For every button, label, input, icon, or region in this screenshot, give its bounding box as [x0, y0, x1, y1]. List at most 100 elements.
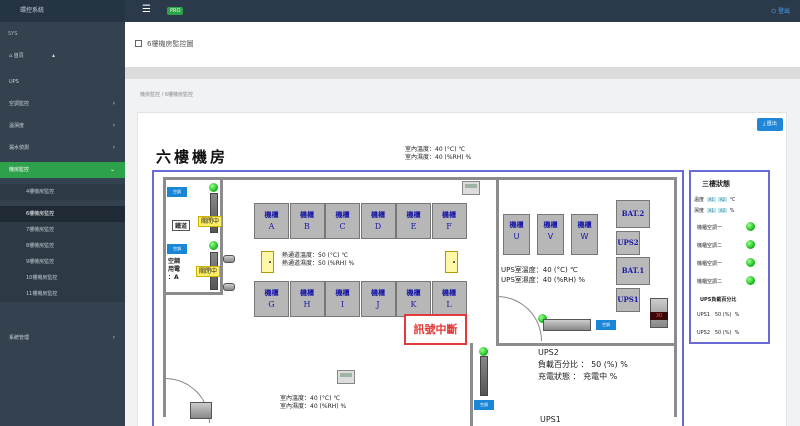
rack-b[interactable]: 機櫃 B	[289, 203, 325, 239]
sensor-device	[223, 255, 235, 263]
rack-letter: W	[580, 232, 589, 241]
status-light-icon	[209, 183, 218, 192]
thermometer-device	[337, 370, 355, 384]
status-temp-row: 溫度 A1 A2 ℃	[694, 196, 735, 203]
sensor-device	[223, 283, 235, 291]
rack-k[interactable]: 機櫃 K	[396, 281, 431, 317]
chevron-right-icon: ›	[112, 334, 115, 341]
sidebar-item-label: 系統管理	[9, 335, 30, 341]
ac-control-button[interactable]: 空調	[596, 320, 616, 330]
status-ups1-val: 50 (%)	[714, 312, 732, 318]
ups2-unit[interactable]: UPS2	[616, 231, 640, 255]
ups-room-bottom-wall	[496, 343, 677, 346]
ac-control-button[interactable]: 空調	[167, 187, 187, 197]
sidebar-item-ups[interactable]: UPS	[0, 74, 125, 90]
sidebar-item-system[interactable]: 系統管理 ›	[0, 330, 125, 346]
sidebar-subitem[interactable]: 9樓機房監控	[0, 254, 125, 270]
ups1-unit[interactable]: UPS1	[616, 288, 640, 312]
menu-toggle-icon[interactable]: ☰	[142, 5, 152, 15]
sidebar-subitem[interactable]: 10樓機房監控	[0, 270, 125, 286]
status-light-icon	[209, 241, 218, 250]
status-panel-title: 三樓狀態	[702, 180, 730, 188]
ac-unit	[210, 193, 218, 233]
status-ac-row: 機櫃空調一	[697, 224, 722, 231]
sidebar-subitem[interactable]: 4樓機房監控	[0, 184, 125, 200]
sidebar-item-leak[interactable]: 漏水偵測 ›	[0, 140, 125, 156]
sidebar-item-ac[interactable]: 空調監控 ›	[0, 96, 125, 112]
rack-name: 機櫃	[406, 211, 421, 219]
rack-name: 機櫃	[300, 289, 314, 297]
sidebar-item-label: 空調監控	[9, 101, 30, 107]
ac-power-label-line: 空調	[168, 258, 181, 265]
indoor-humid-top: 室內濕度：40 (%RH) %	[405, 154, 472, 161]
rack-e[interactable]: 機櫃 E	[396, 203, 431, 239]
rack-letter: D	[374, 222, 382, 231]
breadcrumb[interactable]: 機房監控 / 6樓機房監控	[140, 91, 193, 98]
rack-u[interactable]: 機櫃 U	[503, 214, 530, 255]
device-code: 30	[650, 312, 668, 320]
brand-logo[interactable]: 環控系統	[0, 0, 125, 22]
rack-j[interactable]: 機櫃 J	[360, 281, 396, 317]
sidebar-subitem[interactable]: 8樓機房監控	[0, 238, 125, 254]
rack-letter: J	[376, 300, 380, 309]
thermometer-device	[462, 181, 480, 195]
rack-d[interactable]: 機櫃 D	[360, 203, 396, 239]
ac-status-tag: 關閉中	[198, 216, 223, 227]
rack-w[interactable]: 機櫃 W	[571, 214, 598, 255]
ac-label: 鐵道	[172, 220, 191, 231]
indoor-temp-top: 室內溫度：40 (°C) ℃	[405, 146, 466, 153]
ups-room-readings: UPS室溫度：40 (°C) ℃ UPS室濕度：40 (%RH) %	[501, 265, 585, 285]
rack-name: 機櫃	[300, 211, 314, 219]
rack-v[interactable]: 機櫃 V	[537, 214, 564, 255]
ac-control-button[interactable]: 空調	[474, 400, 494, 410]
version-badge: PRO	[167, 7, 184, 15]
status-ups1-label: UPS1	[697, 312, 711, 318]
status-ups2-unit: %	[734, 330, 740, 336]
rack-name: 機櫃	[264, 289, 279, 297]
ups2-title: UPS2	[538, 348, 559, 357]
chevron-right-icon: ›	[112, 144, 115, 151]
sidebar-subitem[interactable]: 7樓機房監控	[0, 222, 125, 238]
sidebar-subitem-current[interactable]: 6樓機房監控	[0, 206, 125, 222]
rack-letter: K	[410, 300, 417, 309]
home-icon: ⌂	[9, 53, 13, 59]
status-temp-val: A1	[706, 197, 716, 202]
sidebar-item-room[interactable]: 機房監控 ⌄	[0, 162, 125, 178]
rack-g[interactable]: 機櫃 G	[254, 281, 289, 317]
rack-i[interactable]: 機櫃 I	[325, 281, 360, 317]
rack-letter: I	[340, 300, 345, 309]
status-light-icon	[746, 222, 755, 231]
sidebar-section-label: SYS	[8, 31, 18, 37]
status-light-icon	[746, 240, 755, 249]
sidebar-item-label: 機房監控	[9, 167, 30, 173]
rack-f[interactable]: 機櫃 F	[431, 203, 467, 239]
rack-letter: G	[268, 300, 275, 309]
page-icon	[135, 40, 142, 47]
logout-link[interactable]: ⏻ 登出	[771, 6, 790, 16]
door-icon	[261, 251, 274, 273]
sidebar-item-label: 溫濕度	[9, 123, 25, 129]
status-ups2-label: UPS2	[697, 330, 711, 336]
sidebar-subitem[interactable]: 11樓機房監控	[0, 286, 125, 302]
rack-a[interactable]: 機櫃 A	[254, 203, 289, 239]
ac-power-label-line: 用電	[168, 266, 181, 273]
rack-letter: E	[410, 222, 417, 231]
status-ac-label: 機櫃空調二	[697, 243, 723, 249]
battery-bat1[interactable]: BAT.1	[616, 257, 650, 285]
ups1-title: UPS1	[540, 415, 561, 424]
battery-bat2[interactable]: BAT.2	[616, 200, 650, 228]
rack-c[interactable]: 機櫃 C	[325, 203, 360, 239]
status-ac-label: 機櫃空調一	[697, 225, 723, 231]
rack-letter: V	[547, 232, 554, 241]
door-icon	[445, 251, 458, 273]
status-light-icon	[746, 258, 755, 267]
aisle-readings: 熱通道溫度：50 (°C) ℃ 熱通道濕度：50 (%RH) %	[282, 252, 354, 268]
sidebar-item-home[interactable]: ⌂ 首頁 ▴	[0, 48, 125, 64]
ac-control-button[interactable]: 空調	[167, 244, 187, 254]
rack-h[interactable]: 機櫃 H	[289, 281, 325, 317]
sidebar-item-label: 漏水偵測	[9, 145, 30, 151]
export-button[interactable]: ⤓ 匯出	[757, 118, 783, 131]
rack-l[interactable]: 機櫃 L	[431, 281, 467, 317]
sidebar-item-temp[interactable]: 溫濕度 ›	[0, 118, 125, 134]
ups-device	[190, 402, 212, 419]
